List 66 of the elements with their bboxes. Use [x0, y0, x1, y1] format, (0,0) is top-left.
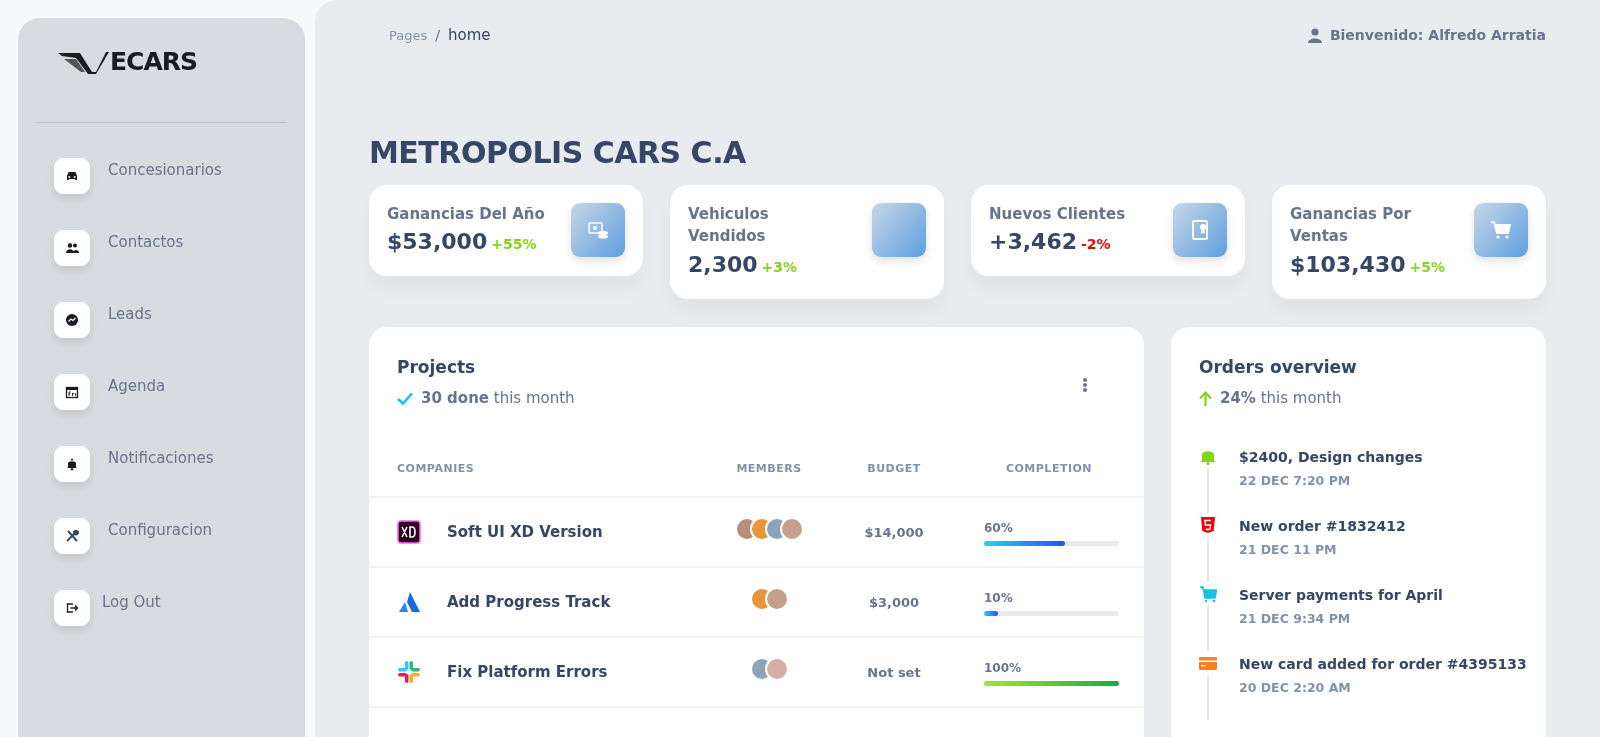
breadcrumb-separator: /	[435, 27, 440, 43]
stat-title: Ganancias Por Ventas	[1290, 203, 1412, 247]
event-time: 20 DEC 2:20 AM	[1239, 679, 1352, 698]
stat-title: Vehiculos Vendidos	[688, 203, 770, 247]
sidebar-item[interactable]: Contactos	[54, 227, 305, 299]
more-options-icon[interactable]	[1082, 376, 1088, 393]
project-name: Soft UI XD Version	[447, 522, 603, 544]
column-header: COMPANIES	[397, 462, 475, 476]
sidebar-item[interactable]: Log Out	[54, 587, 305, 647]
arrow-up-icon	[1199, 390, 1212, 406]
logo-text: ECARS	[110, 46, 198, 79]
car-icon	[65, 169, 79, 183]
budget-text: $3,000	[868, 594, 920, 610]
sidebar-item[interactable]: Agenda	[54, 371, 305, 443]
welcome-text: Bienvenido: Alfredo Arratia	[1329, 25, 1546, 45]
column-header: BUDGET	[867, 462, 921, 476]
people-icon	[65, 241, 79, 255]
sidebar-item[interactable]: Notificaciones	[54, 443, 305, 515]
stat-change: +55%	[491, 236, 537, 252]
budget-text: Not set	[867, 664, 921, 680]
tools-icon	[65, 529, 79, 543]
completion-text: 10%	[984, 589, 1014, 607]
sidebar-item[interactable]: Configuracion	[54, 515, 305, 587]
event-time: 22 DEC 7:20 PM	[1239, 472, 1352, 491]
event-time: 21 DEC 9:34 PM	[1239, 610, 1352, 629]
completion-text: 60%	[984, 519, 1014, 537]
stat-value: +3,462	[989, 229, 1078, 254]
event-title: $2400, Design changes	[1239, 448, 1423, 468]
stat-change: +5%	[1409, 258, 1445, 275]
completion-text: 100%	[984, 659, 1023, 677]
project-name: Fix Platform Errors	[447, 662, 608, 684]
page-title: METROPOLIS CARS C.A	[369, 134, 747, 171]
breadcrumb-link[interactable]: Pages	[389, 28, 428, 43]
event-title: Server payments for April	[1239, 586, 1443, 606]
summary-text: 30 done this month	[421, 387, 575, 409]
summary-text: 24% this month	[1220, 387, 1342, 409]
breadcrumb-current: home	[447, 26, 491, 44]
event-title: New card added for order #4395133	[1239, 655, 1527, 675]
sidebar-item[interactable]: Concesionarios	[54, 155, 305, 227]
column-header: COMPLETION	[1005, 462, 1093, 476]
bell-icon	[65, 457, 79, 471]
hash-logo-icon	[397, 660, 421, 685]
calendar-icon	[65, 385, 79, 399]
budget-text: $14,000	[864, 524, 924, 540]
xd-logo-icon	[397, 520, 421, 545]
stat-value: $53,000	[387, 229, 488, 254]
stat-title: Ganancias Del Año	[387, 203, 545, 225]
stat-icon-tile	[872, 202, 926, 257]
stat-change: +3%	[761, 258, 798, 275]
logo-swoosh-icon	[58, 50, 110, 74]
card-title: Orders overview	[1199, 356, 1358, 377]
event-title: New order #1832412	[1239, 517, 1406, 537]
stat-value: $103,430	[1290, 251, 1406, 277]
project-name: Add Progress Track	[447, 592, 611, 614]
card-title: Projects	[397, 356, 477, 377]
column-header: MEMBERS	[736, 462, 802, 476]
triangle-logo-icon	[397, 590, 421, 615]
stat-value: 2,300	[688, 251, 758, 277]
user-icon	[1307, 27, 1322, 43]
event-time: 21 DEC 11 PM	[1239, 541, 1338, 560]
chat-bubble-icon	[65, 313, 79, 327]
sidebar-item[interactable]: Leads	[54, 299, 305, 371]
stat-change: -2%	[1081, 236, 1111, 252]
logout-icon	[65, 601, 79, 615]
check-icon	[397, 391, 413, 405]
stat-title: Nuevos Clientes	[989, 203, 1126, 225]
